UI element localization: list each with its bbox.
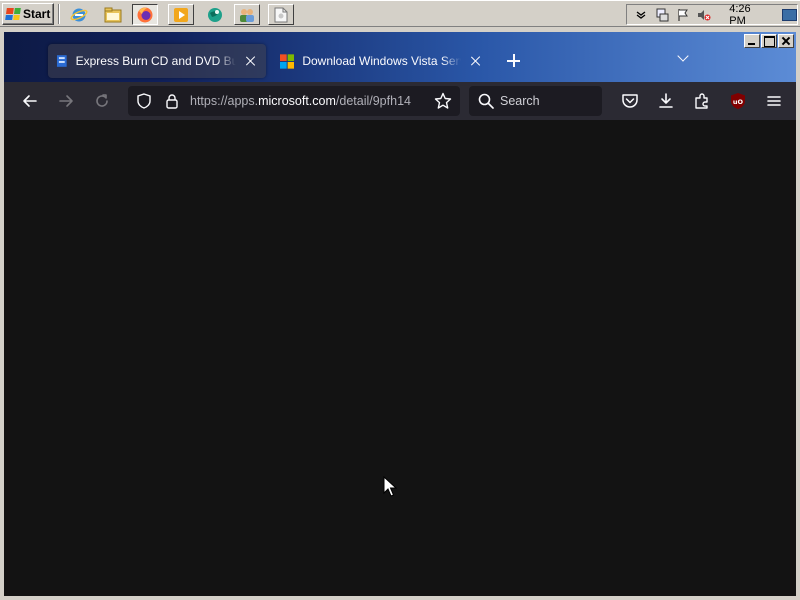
users-icon	[240, 8, 254, 22]
document-icon	[274, 7, 288, 22]
quicklaunch-firefox[interactable]	[132, 4, 158, 25]
globe-icon	[208, 7, 222, 22]
app-menu-button[interactable]	[762, 89, 786, 113]
search-icon	[478, 93, 494, 109]
search-bar[interactable]: Search	[469, 86, 602, 116]
lock-icon[interactable]	[164, 93, 180, 109]
microsoft-icon	[280, 53, 295, 69]
svg-text:uO: uO	[733, 98, 744, 106]
url-prefix: https://apps.	[190, 94, 259, 108]
tab-vista-service-pack[interactable]: Download Windows Vista Service Pack	[272, 44, 490, 78]
mouse-cursor-icon	[383, 476, 397, 497]
ie-icon	[70, 8, 88, 21]
quicklaunch-ie[interactable]	[66, 4, 92, 25]
browser-window: Express Burn CD and DVD Burner Download …	[2, 30, 798, 598]
forward-button[interactable]	[54, 89, 78, 113]
start-label: Start	[23, 7, 51, 21]
quicklaunch-users[interactable]	[234, 4, 260, 25]
volume-muted-icon[interactable]	[696, 7, 711, 23]
system-tray: 4:26 PM	[626, 3, 798, 27]
tab-strip: Express Burn CD and DVD Burner Download …	[4, 32, 796, 82]
quicklaunch-document[interactable]	[268, 4, 294, 25]
taskbar: Start 4:26 PM	[0, 0, 800, 27]
network-icon[interactable]	[654, 7, 669, 23]
reload-icon	[96, 94, 108, 107]
downloads-button[interactable]	[654, 89, 678, 113]
tracking-protection-shield-icon[interactable]	[136, 93, 152, 109]
list-all-tabs-icon[interactable]	[675, 50, 693, 68]
page-content[interactable]	[4, 120, 796, 596]
quicklaunch-globe[interactable]	[202, 4, 228, 25]
download-icon	[659, 93, 673, 108]
url-path: /detail/9pfh14	[335, 94, 411, 108]
new-tab-icon[interactable]	[504, 51, 524, 71]
url-host: microsoft.com	[258, 94, 336, 108]
back-button[interactable]	[18, 89, 42, 113]
tab-express-burn[interactable]: Express Burn CD and DVD Burner	[48, 44, 266, 78]
back-arrow-icon	[23, 95, 37, 107]
tab-title: Download Windows Vista Service Pack	[302, 54, 460, 68]
windows-flag-icon	[5, 8, 21, 20]
media-player-icon	[174, 7, 188, 22]
tab-close-icon[interactable]	[244, 54, 258, 68]
navigation-toolbar: https://apps.microsoft.com/detail/9pfh14…	[4, 82, 796, 120]
ublock-origin-button[interactable]: uO	[726, 89, 750, 113]
bookmark-star-icon[interactable]	[434, 92, 452, 110]
start-button[interactable]: Start	[2, 3, 54, 25]
url-bar[interactable]: https://apps.microsoft.com/detail/9pfh14	[128, 86, 460, 116]
tab-title: Express Burn CD and DVD Burner	[75, 54, 237, 68]
firefox-icon	[137, 7, 153, 22]
taskbar-separator	[58, 4, 60, 24]
maximize-button[interactable]	[761, 34, 777, 48]
hamburger-menu-icon	[767, 96, 781, 106]
reload-button[interactable]	[90, 89, 114, 113]
window-controls	[744, 34, 794, 48]
quicklaunch-explorer[interactable]	[100, 4, 126, 25]
tray-expand-icon[interactable]	[633, 7, 648, 23]
forward-arrow-icon	[59, 95, 73, 107]
action-center-flag-icon[interactable]	[675, 7, 690, 23]
show-desktop-icon[interactable]	[781, 8, 797, 21]
explorer-icon	[104, 7, 122, 22]
close-button[interactable]	[778, 34, 794, 48]
express-burn-icon	[56, 55, 67, 67]
search-placeholder: Search	[500, 94, 540, 108]
clock[interactable]: 4:26 PM	[729, 3, 768, 27]
tab-close-icon[interactable]	[469, 54, 482, 68]
url-text[interactable]: https://apps.microsoft.com/detail/9pfh14	[190, 94, 426, 108]
pocket-button[interactable]	[618, 89, 642, 113]
puzzle-piece-icon	[695, 93, 708, 109]
quicklaunch-media-player[interactable]	[168, 4, 194, 25]
ublock-origin-icon: uO	[731, 93, 745, 109]
minimize-button[interactable]	[744, 34, 760, 48]
extensions-button[interactable]	[690, 89, 714, 113]
pocket-icon	[622, 94, 638, 108]
